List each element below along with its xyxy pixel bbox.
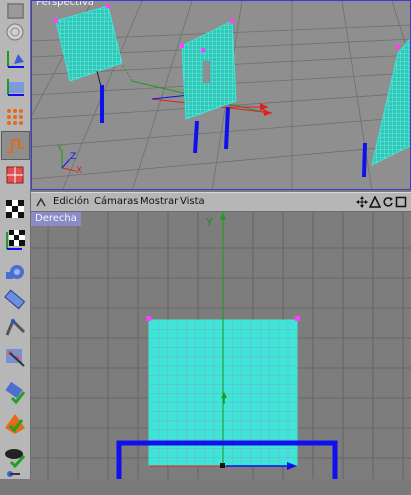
perspective-viewport-label: Perspectiva [36, 0, 94, 8]
perspective-scene: Y Z X [32, 1, 410, 189]
menu-mostrar[interactable]: Mostrar [140, 196, 178, 207]
viewport-menubar: Edición Cámaras Mostrar Vista [31, 192, 411, 212]
object-axis-tool-icon[interactable] [2, 258, 29, 285]
rotate-view-icon[interactable] [382, 196, 394, 208]
perspective-viewport[interactable]: Y Z X Perspectiva [31, 0, 411, 190]
right-scene [31, 212, 411, 479]
svg-text:Z: Z [70, 152, 76, 162]
edges-tool-icon[interactable] [1, 131, 30, 160]
texture-axis-tool-icon[interactable] [2, 226, 29, 253]
paint-tool-icon[interactable] [2, 380, 29, 407]
right-viewport[interactable]: Derecha Y [31, 212, 411, 479]
brush-tool-icon[interactable] [2, 468, 29, 495]
svg-text:Y: Y [56, 144, 63, 154]
zoom-view-icon[interactable] [369, 196, 381, 208]
points-tool-icon[interactable] [2, 104, 29, 131]
model-tool-icon[interactable] [2, 286, 29, 313]
cinema4d-viewport-workspace: Y Z X Perspectiva Edición Cámaras Mostra… [0, 0, 411, 479]
viewport-handle-icon[interactable] [35, 196, 47, 208]
inverse-kinematics-icon[interactable] [2, 344, 29, 371]
enable-axis-icon[interactable] [2, 410, 29, 437]
menu-camaras[interactable]: Cámaras [94, 196, 138, 207]
polygons-tool-icon[interactable] [2, 162, 29, 189]
menu-vista[interactable]: Vista [180, 196, 205, 207]
deformer-tool-icon[interactable] [2, 19, 29, 46]
y-axis-label: Y [206, 216, 213, 229]
tube-tool-icon[interactable] [2, 74, 29, 101]
menu-edicion[interactable]: Edición [53, 196, 89, 207]
svg-text:X: X [76, 166, 82, 176]
texture-tool-icon[interactable] [2, 196, 29, 223]
bone-tool-icon[interactable] [2, 314, 29, 341]
right-viewport-label: Derecha [31, 212, 81, 226]
axis-tool-icon[interactable] [2, 46, 29, 73]
left-toolbar [0, 0, 31, 479]
maximize-view-icon[interactable] [395, 196, 407, 208]
enable-snap-icon[interactable] [2, 444, 29, 471]
move-view-icon[interactable] [356, 196, 368, 208]
